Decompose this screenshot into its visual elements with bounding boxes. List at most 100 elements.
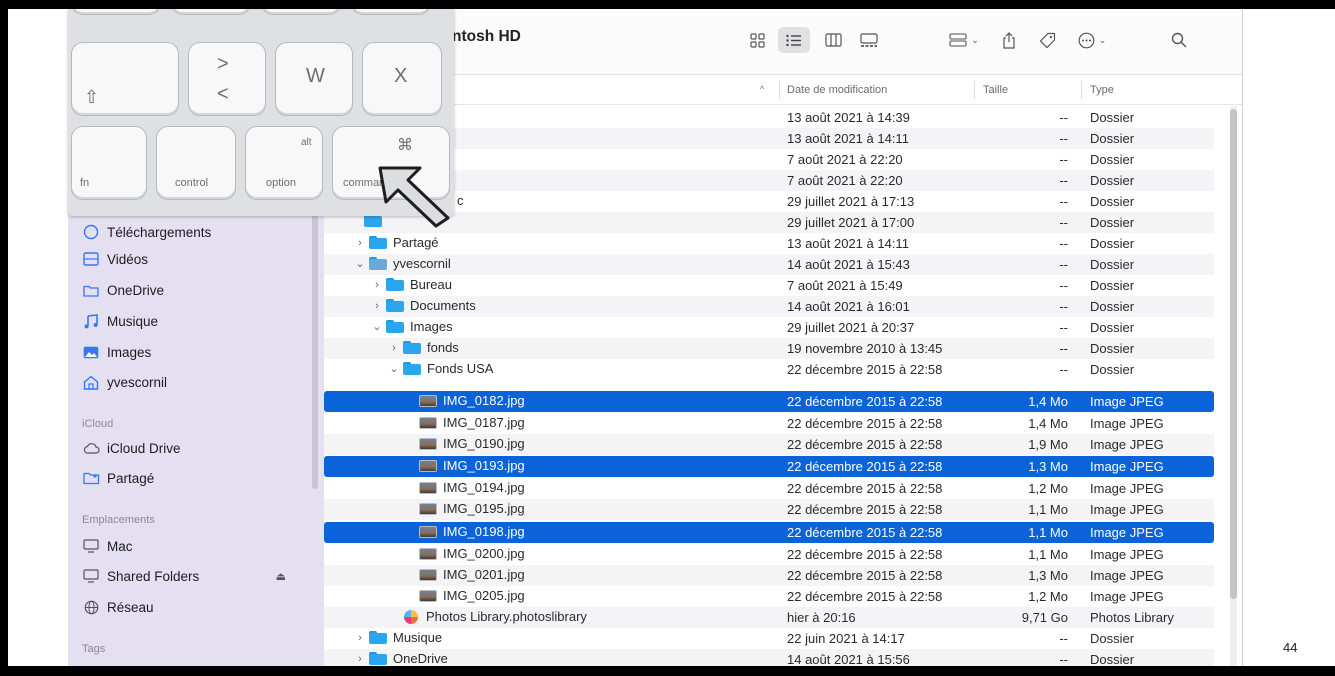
row-size: 9,71 Go	[1021, 610, 1068, 625]
chevron-right-icon[interactable]: ›	[354, 632, 366, 644]
table-row[interactable]: › Partagé 13 août 2021 à 14:11 -- Dossie…	[324, 233, 1214, 254]
table-row[interactable]: IMG_0182.jpg 22 décembre 2015 à 22:58 1,…	[324, 391, 1214, 412]
chevron-down-icon[interactable]: ⌄	[388, 362, 400, 375]
table-row[interactable]: 13 août 2021 à 14:11 -- Dossier	[324, 128, 1214, 149]
sidebar-item-onedrive[interactable]: OneDrive	[82, 279, 312, 301]
sidebar-scrollbar[interactable]	[312, 209, 318, 489]
row-name: IMG_0194.jpg	[419, 480, 525, 495]
row-type: Dossier	[1090, 152, 1135, 167]
gallery-view-button[interactable]	[854, 27, 884, 53]
search-button[interactable]	[1166, 27, 1192, 53]
table-row[interactable]: › Bureau 7 août 2021 à 15:49 -- Dossier	[324, 275, 1214, 296]
row-date: 22 décembre 2015 à 22:58	[787, 547, 943, 562]
row-type: Dossier	[1090, 257, 1135, 272]
column-view-button[interactable]	[818, 27, 848, 53]
column-separator[interactable]	[779, 81, 780, 99]
tag-icon	[1039, 32, 1055, 48]
table-row[interactable]: › OneDrive 14 août 2021 à 15:56 -- Dossi…	[324, 649, 1214, 666]
column-separator[interactable]	[974, 81, 975, 99]
chevron-down-icon[interactable]: ⌄	[371, 320, 383, 333]
table-row[interactable]: ⌄ yvescornil 14 août 2021 à 15:43 -- Dos…	[324, 254, 1214, 275]
column-separator[interactable]	[1081, 81, 1082, 99]
sidebar-item-label: Images	[107, 344, 152, 360]
table-row[interactable]: › fonds 19 novembre 2010 à 13:45 -- Doss…	[324, 338, 1214, 359]
key-glyph: option	[266, 177, 296, 189]
row-type: Photos Library	[1090, 610, 1174, 625]
table-row[interactable]: IMG_0190.jpg 22 décembre 2015 à 22:58 1,…	[324, 434, 1214, 455]
row-type: Image JPEG	[1090, 459, 1164, 474]
table-row[interactable]: Photos Library.photoslibrary hier à 20:1…	[324, 607, 1214, 628]
sort-indicator[interactable]: ^	[760, 84, 764, 94]
film-icon	[82, 251, 100, 267]
table-row[interactable]: › Documents 14 août 2021 à 16:01 -- Doss…	[324, 296, 1214, 317]
row-type: Dossier	[1090, 362, 1135, 377]
columns-icon	[824, 33, 842, 47]
table-row[interactable]: IMG_0200.jpg 22 décembre 2015 à 22:58 1,…	[324, 544, 1214, 565]
sidebar-item-mac[interactable]: Mac	[82, 535, 312, 557]
sidebar-item-downloads[interactable]: Téléchargements	[82, 221, 312, 243]
table-row[interactable]: › Musique 22 juin 2021 à 14:17 -- Dossie…	[324, 628, 1214, 649]
table-row[interactable]: 13 août 2021 à 14:39 -- Dossier	[324, 107, 1214, 128]
row-name: IMG_0182.jpg	[419, 393, 525, 408]
row-name: IMG_0198.jpg	[419, 524, 525, 539]
table-row[interactable]: IMG_0194.jpg 22 décembre 2015 à 22:58 1,…	[324, 478, 1214, 499]
share-button[interactable]	[996, 27, 1022, 53]
row-size: 1,4 Mo	[1028, 394, 1068, 409]
row-name: IMG_0187.jpg	[419, 415, 525, 430]
row-type: Image JPEG	[1090, 437, 1164, 452]
grid-icon	[749, 32, 765, 48]
table-row[interactable]: IMG_0187.jpg 22 décembre 2015 à 22:58 1,…	[324, 413, 1214, 434]
sidebar-item-icloud-drive[interactable]: iCloud Drive	[82, 437, 312, 459]
row-size: --	[1059, 362, 1068, 377]
folder-icon	[403, 362, 421, 375]
row-name: IMG_0193.jpg	[419, 458, 525, 473]
row-name: IMG_0195.jpg	[419, 501, 525, 516]
column-size[interactable]: Taille	[983, 84, 1008, 96]
table-row[interactable]: IMG_0205.jpg 22 décembre 2015 à 22:58 1,…	[324, 586, 1214, 607]
sidebar-item-partage[interactable]: Partagé	[82, 467, 312, 489]
row-date: 14 août 2021 à 15:56	[787, 652, 910, 666]
search-icon	[1171, 32, 1187, 48]
key-glyph: >	[217, 53, 229, 75]
row-type: Dossier	[1090, 341, 1135, 356]
table-row[interactable]: IMG_0201.jpg 22 décembre 2015 à 22:58 1,…	[324, 565, 1214, 586]
list-view-button[interactable]	[778, 27, 810, 53]
table-row[interactable]: ⌄ Fonds USA 22 décembre 2015 à 22:58 -- …	[324, 359, 1214, 380]
chevron-right-icon[interactable]: ›	[354, 237, 366, 249]
image-thumbnail-icon	[419, 459, 437, 472]
row-size: --	[1059, 278, 1068, 293]
table-row[interactable]: ⌄ Images 29 juillet 2021 à 20:37 -- Doss…	[324, 317, 1214, 338]
sidebar-item-reseau[interactable]: Réseau	[82, 596, 312, 618]
icon-view-button[interactable]	[744, 27, 770, 53]
column-type[interactable]: Type	[1090, 84, 1114, 96]
key-partial	[261, 9, 341, 15]
chevron-right-icon[interactable]: ›	[388, 342, 400, 354]
tag-button[interactable]	[1034, 27, 1060, 53]
sidebar-item-musique[interactable]: Musique	[82, 310, 312, 332]
chevron-down-icon[interactable]: ⌄	[354, 257, 366, 270]
table-row[interactable]: IMG_0198.jpg 22 décembre 2015 à 22:58 1,…	[324, 522, 1214, 543]
row-name: ⌄ Images	[371, 319, 453, 334]
row-date: 29 juillet 2021 à 17:13	[787, 194, 915, 209]
image-thumbnail-icon	[419, 394, 437, 407]
vertical-scrollbar-thumb[interactable]	[1230, 109, 1237, 599]
row-date: 7 août 2021 à 22:20	[787, 173, 903, 188]
eject-icon[interactable]: ⏏	[276, 570, 286, 583]
window-title: ntosh HD	[452, 28, 521, 45]
table-row[interactable]: IMG_0193.jpg 22 décembre 2015 à 22:58 1,…	[324, 456, 1214, 477]
row-type: Dossier	[1090, 215, 1135, 230]
chevron-right-icon[interactable]: ›	[354, 653, 366, 665]
sidebar-item-videos[interactable]: Vidéos	[82, 248, 312, 270]
sidebar-item-shared-folders[interactable]: Shared Folders ⏏	[82, 565, 312, 587]
sidebar-item-images[interactable]: Images	[82, 341, 312, 363]
key-option: alt option	[245, 126, 323, 200]
row-date: 22 décembre 2015 à 22:58	[787, 362, 943, 377]
chevron-right-icon[interactable]: ›	[371, 300, 383, 312]
table-row[interactable]: IMG_0195.jpg 22 décembre 2015 à 22:58 1,…	[324, 499, 1214, 520]
action-menu-button[interactable]: ⌄	[1072, 27, 1112, 53]
group-by-button[interactable]: ⌄	[944, 27, 984, 53]
row-size: 1,1 Mo	[1028, 547, 1068, 562]
sidebar-item-home[interactable]: yvescornil	[82, 371, 312, 393]
chevron-right-icon[interactable]: ›	[371, 279, 383, 291]
column-date[interactable]: Date de modification	[787, 84, 887, 96]
